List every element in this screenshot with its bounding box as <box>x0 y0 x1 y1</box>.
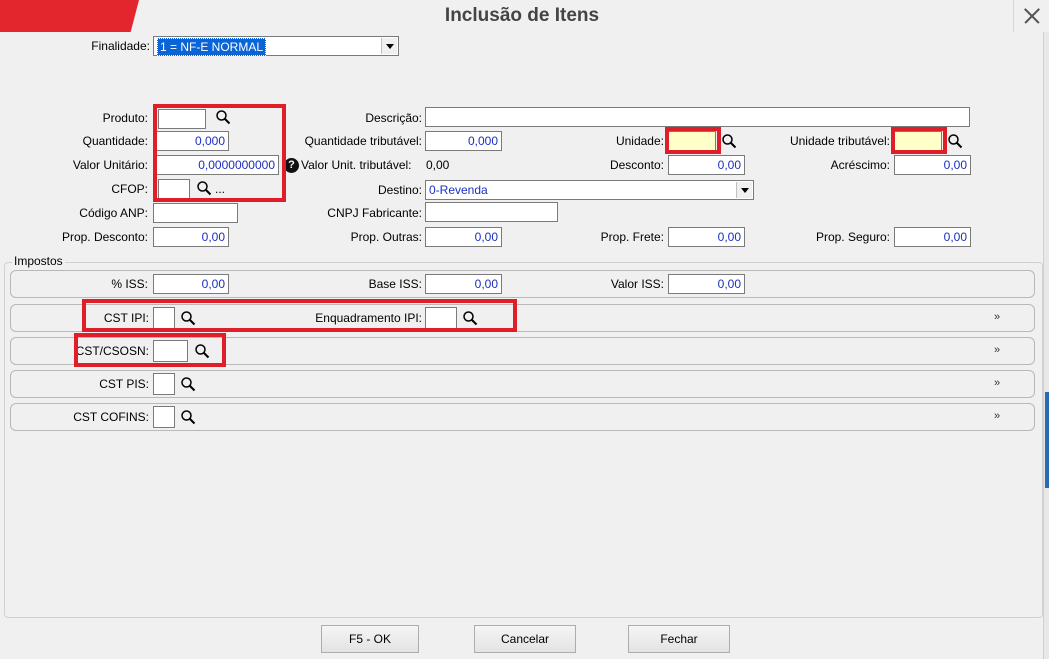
expand-icon[interactable]: » <box>990 377 1004 389</box>
quantidade-label: Quantidade: <box>82 134 148 148</box>
prop-frete-input[interactable]: 0,00 <box>668 227 745 247</box>
base-iss-label: Base ISS: <box>368 277 422 291</box>
fechar-button[interactable]: Fechar <box>628 625 730 653</box>
window-border <box>1043 32 1049 659</box>
prop-frete-label: Prop. Frete: <box>600 230 664 244</box>
descricao-input[interactable] <box>425 107 970 127</box>
destino-label: Destino: <box>377 183 422 197</box>
search-icon[interactable] <box>947 133 963 149</box>
impostos-title: Impostos <box>12 253 65 269</box>
chevron-down-icon[interactable] <box>381 38 397 54</box>
cst-pis-input[interactable] <box>153 373 175 395</box>
expand-icon[interactable]: » <box>990 344 1004 356</box>
destino-value: 0-Revenda <box>429 183 488 197</box>
qtd-trib-label: Quantidade tributável: <box>304 134 422 148</box>
produto-label: Produto: <box>102 111 148 125</box>
valor-unitario-label: Valor Unitário: <box>72 158 148 172</box>
highlight-box <box>82 299 517 332</box>
cancel-button[interactable]: Cancelar <box>474 625 576 653</box>
prop-desconto-label: Prop. Desconto: <box>61 230 148 244</box>
acrescimo-label: Acréscimo: <box>830 158 890 172</box>
desconto-label: Desconto: <box>609 158 664 172</box>
iss-label: % ISS: <box>111 277 148 291</box>
codigo-anp-input[interactable] <box>153 203 238 223</box>
valor-iss-label: Valor ISS: <box>610 277 664 291</box>
prop-outras-label: Prop. Outras: <box>350 230 422 244</box>
highlight-box <box>665 127 721 154</box>
cfop-label: CFOP: <box>111 182 148 196</box>
cnpj-input[interactable] <box>425 202 558 222</box>
cst-cofins-input[interactable] <box>153 406 175 428</box>
ok-button[interactable]: F5 - OK <box>321 625 419 653</box>
descricao-label: Descrição: <box>365 111 422 125</box>
unidade-trib-label: Unidade tributável: <box>789 134 890 148</box>
base-iss-input[interactable]: 0,00 <box>425 274 502 294</box>
expand-icon[interactable]: » <box>990 311 1004 323</box>
prop-seguro-label: Prop. Seguro: <box>815 230 890 244</box>
qtd-trib-input[interactable]: 0,000 <box>425 131 502 151</box>
valor-unit-trib-value: 0,00 <box>426 158 450 172</box>
desconto-input[interactable]: 0,00 <box>668 155 745 175</box>
search-icon[interactable] <box>721 133 737 149</box>
cst-cofins-label: CST COFINS: <box>73 410 149 424</box>
close-icon[interactable] <box>1013 0 1049 32</box>
prop-outras-input[interactable]: 0,00 <box>425 227 502 247</box>
finalidade-select[interactable]: 1 = NF-E NORMAL <box>153 36 399 56</box>
highlight-box <box>74 333 226 367</box>
finalidade-value: 1 = NF-E NORMAL <box>157 38 267 56</box>
prop-desconto-input[interactable]: 0,00 <box>153 227 229 247</box>
destino-select[interactable]: 0-Revenda <box>425 180 754 200</box>
search-icon[interactable] <box>180 376 196 392</box>
cst-pis-label: CST PIS: <box>99 377 149 391</box>
search-icon[interactable] <box>180 409 196 425</box>
highlight-box <box>153 104 286 202</box>
highlight-box <box>891 127 947 154</box>
cnpj-label: CNPJ Fabricante: <box>327 206 422 220</box>
help-icon[interactable]: ? <box>284 158 299 173</box>
valor-iss-input[interactable]: 0,00 <box>668 274 745 294</box>
window-title: Inclusão de Itens <box>444 5 600 26</box>
finalidade-label: Finalidade: <box>91 39 150 53</box>
valor-unit-trib-label: Valor Unit. tributável: <box>301 158 412 172</box>
codigo-anp-label: Código ANP: <box>79 206 148 220</box>
prop-seguro-input[interactable]: 0,00 <box>894 227 971 247</box>
chevron-down-icon[interactable] <box>736 182 752 198</box>
expand-icon[interactable]: » <box>990 410 1004 422</box>
unidade-label: Unidade: <box>615 134 664 148</box>
acrescimo-input[interactable]: 0,00 <box>894 155 971 175</box>
background-window-edge <box>1045 392 1049 488</box>
iss-input[interactable]: 0,00 <box>153 274 229 294</box>
